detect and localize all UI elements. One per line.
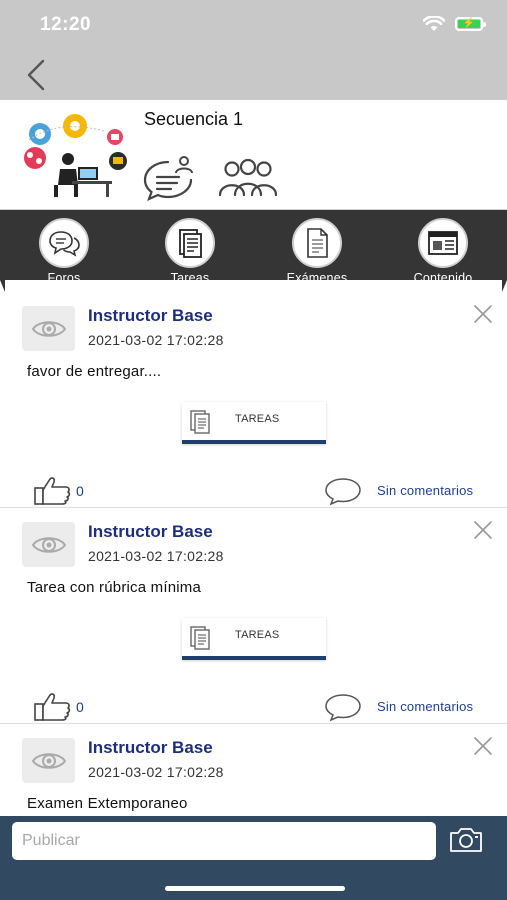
attachment-tareas-button[interactable]: TAREAS bbox=[182, 618, 326, 660]
post-body: Tarea con rúbrica mínima bbox=[27, 579, 202, 596]
chevron-left-icon bbox=[27, 59, 45, 91]
section-tabs: Foros Tareas Exámenes Contenido bbox=[0, 210, 507, 292]
attachment-label: TAREAS bbox=[235, 413, 280, 425]
eye-icon bbox=[31, 320, 66, 337]
tab-contenido[interactable]: Contenido bbox=[398, 218, 488, 286]
task-document-icon bbox=[165, 218, 215, 268]
post-date: 2021-03-02 17:02:28 bbox=[88, 764, 224, 780]
post-author: Instructor Base bbox=[88, 738, 213, 757]
task-document-icon bbox=[190, 410, 210, 434]
navigation-bar: 12:20 ⚡ bbox=[0, 0, 507, 100]
home-indicator bbox=[165, 886, 345, 891]
close-icon[interactable] bbox=[472, 735, 494, 757]
course-illustration bbox=[24, 114, 127, 197]
posts-feed[interactable]: Instructor Base 2021-03-02 17:02:28 favo… bbox=[0, 292, 507, 816]
back-button[interactable] bbox=[20, 58, 52, 92]
eye-icon bbox=[31, 752, 66, 769]
status-icons: ⚡ bbox=[423, 16, 486, 32]
post-body: Examen Extemporaneo bbox=[27, 795, 188, 812]
task-document-icon bbox=[190, 626, 210, 650]
tab-foros[interactable]: Foros bbox=[19, 218, 109, 286]
close-icon[interactable] bbox=[472, 303, 494, 325]
like-count: 0 bbox=[76, 699, 84, 715]
like-count: 0 bbox=[76, 483, 84, 499]
avatar bbox=[22, 738, 75, 783]
comments-link[interactable]: Sin comentarios bbox=[377, 483, 473, 498]
avatar bbox=[22, 306, 75, 351]
post-author: Instructor Base bbox=[88, 306, 213, 325]
tab-examenes-label: Exámenes bbox=[286, 271, 348, 285]
eye-icon bbox=[31, 536, 66, 553]
post-body: favor de entregar.... bbox=[27, 363, 162, 380]
attachment-label: TAREAS bbox=[235, 629, 280, 641]
tab-tareas[interactable]: Tareas bbox=[145, 218, 235, 286]
forum-user-icon[interactable] bbox=[142, 155, 194, 201]
comment-bubble-icon[interactable] bbox=[324, 693, 362, 721]
thumbs-up-icon[interactable] bbox=[33, 476, 73, 506]
post-date: 2021-03-02 17:02:28 bbox=[88, 548, 224, 564]
publish-input[interactable] bbox=[12, 822, 436, 860]
tab-examenes[interactable]: Exámenes bbox=[272, 218, 362, 286]
avatar bbox=[22, 522, 75, 567]
post-card: Instructor Base 2021-03-02 17:02:28 Exam… bbox=[0, 724, 507, 816]
battery-icon: ⚡ bbox=[455, 17, 486, 31]
chat-bubbles-icon bbox=[39, 218, 89, 268]
camera-icon[interactable] bbox=[448, 826, 484, 854]
status-time: 12:20 bbox=[40, 14, 92, 35]
group-users-icon[interactable] bbox=[216, 158, 280, 198]
comment-bubble-icon[interactable] bbox=[324, 477, 362, 505]
tab-contenido-label: Contenido bbox=[413, 271, 473, 285]
post-card: Instructor Base 2021-03-02 17:02:28 Tare… bbox=[0, 508, 507, 724]
tab-tareas-label: Tareas bbox=[170, 271, 210, 285]
close-icon[interactable] bbox=[472, 519, 494, 541]
content-page-icon bbox=[418, 218, 468, 268]
post-card: Instructor Base 2021-03-02 17:02:28 favo… bbox=[0, 292, 507, 508]
wifi-icon bbox=[423, 16, 445, 32]
post-author: Instructor Base bbox=[88, 522, 213, 541]
publish-bar bbox=[0, 816, 507, 900]
course-header: Secuencia 1 bbox=[0, 100, 507, 210]
attachment-tareas-button[interactable]: TAREAS bbox=[182, 402, 326, 444]
thumbs-up-icon[interactable] bbox=[33, 692, 73, 722]
post-date: 2021-03-02 17:02:28 bbox=[88, 332, 224, 348]
tab-foros-label: Foros bbox=[47, 271, 81, 285]
exam-document-icon bbox=[292, 218, 342, 268]
course-title: Secuencia 1 bbox=[144, 109, 244, 129]
comments-link[interactable]: Sin comentarios bbox=[377, 699, 473, 714]
